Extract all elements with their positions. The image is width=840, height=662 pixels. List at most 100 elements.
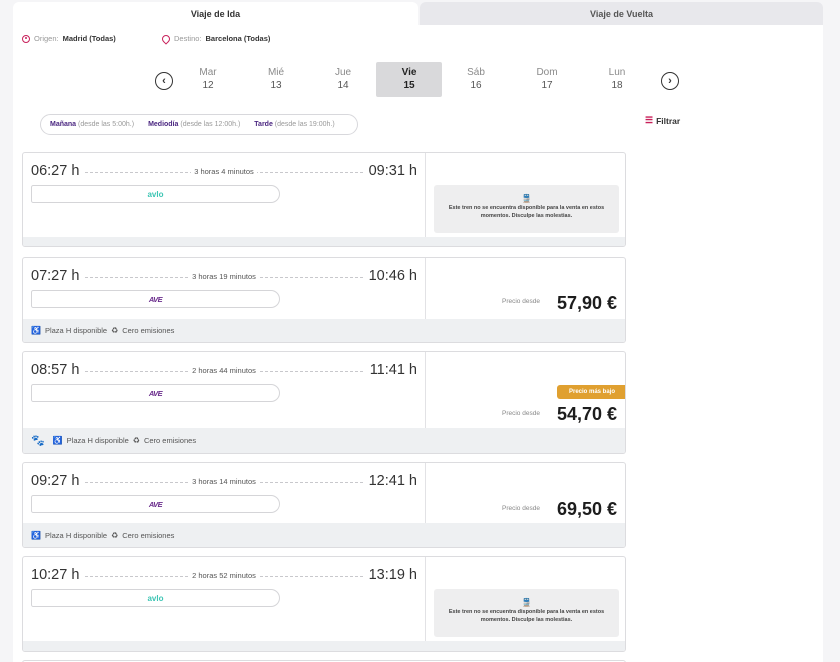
eco-icon: ♻ — [111, 530, 119, 540]
date-weekday: Jue — [334, 67, 352, 78]
date-option[interactable]: Mar 12 — [175, 62, 241, 97]
train-icon: 🚆 — [521, 194, 532, 203]
pet-icon: 🐾 — [31, 435, 45, 447]
accessible-seat-text: Plaza H disponible — [66, 436, 129, 445]
date-option[interactable]: Jue 14 — [310, 62, 376, 97]
chevron-right-icon[interactable]: › — [661, 72, 679, 90]
arrival-time: 09:31 h — [368, 163, 417, 179]
duration: 2 horas 44 minutos — [189, 366, 259, 375]
date-number: 18 — [611, 80, 623, 91]
wheelchair-icon: ♿ — [52, 436, 63, 445]
date-number: 12 — [202, 80, 214, 91]
card-footer: ♿ Plaza H disponible ♻ Cero emisiones — [23, 319, 625, 342]
filter-morning-label: Mañana — [50, 121, 77, 128]
filter-button-label: Filtrar — [656, 115, 681, 126]
accessible-seat-text: Plaza H disponible — [44, 326, 108, 335]
ave-logo: AVE — [148, 499, 163, 509]
departure-time: 06:27 h — [31, 163, 80, 179]
date-weekday: Vie — [401, 67, 417, 78]
train-card[interactable]: 2 horas 52 minutos 10:27 h 13:19 h avlo … — [22, 556, 626, 652]
date-option[interactable]: Dom 17 — [514, 62, 580, 97]
avlo-logo: avlo — [147, 189, 164, 199]
duration: 2 horas 52 minutos — [189, 571, 259, 580]
origin-value: Madrid (Todas) — [62, 34, 116, 43]
duration: 3 horas 19 minutos — [189, 272, 259, 281]
filter-morning-hint: (desde las 5:00h.) — [78, 121, 135, 128]
train-card[interactable]: 3 horas 4 minutos 06:27 h 09:31 h avlo 🚆… — [22, 152, 626, 247]
train-brand: avlo — [31, 185, 280, 203]
ave-logo: AVE — [148, 294, 163, 304]
sliders-icon: ☰ — [645, 115, 654, 125]
destination-label: Destino: — [174, 34, 202, 43]
departure-time: 09:27 h — [31, 473, 80, 489]
date-weekday: Lun — [608, 67, 626, 78]
filter-evening-hint: (desde las 19:00h.) — [274, 121, 335, 128]
tab-return[interactable]: Viaje de Vuelta — [420, 2, 823, 25]
departure-time: 10:27 h — [31, 567, 80, 583]
date-weekday: Mié — [267, 67, 285, 78]
eco-icon: ♻ — [111, 326, 119, 335]
cheapest-badge: Precio más bajo — [557, 385, 625, 399]
price-from-label: Precio desde — [502, 505, 540, 512]
unavailable-notice: 🚆 Este tren no se encuentra disponible p… — [434, 185, 619, 233]
filter-midday-label: Mediodía — [148, 121, 179, 128]
filter-button[interactable]: ☰ Filtrar — [645, 115, 680, 126]
train-brand: AVE — [31, 495, 280, 513]
date-option[interactable]: Sáb 16 — [443, 62, 509, 97]
price[interactable]: 69,50 € — [557, 499, 617, 520]
tab-outbound[interactable]: Viaje de Ida — [13, 2, 418, 25]
unavailable-text: Este tren no se encuentra disponible par… — [448, 609, 605, 623]
date-number: 16 — [470, 80, 482, 91]
train-card[interactable]: 2 horas 44 minutos 08:57 h 11:41 h AVE P… — [22, 351, 626, 454]
filter-midday[interactable]: Mediodía (desde las 12:00h.) — [148, 121, 240, 128]
zero-emissions-text: Cero emisiones — [143, 436, 197, 445]
eco-icon: ♻ — [132, 436, 140, 445]
arrival-time: 12:41 h — [368, 473, 417, 489]
price-from-label: Precio desde — [502, 298, 540, 305]
departure-time: 08:57 h — [31, 362, 80, 378]
departure-time: 07:27 h — [31, 268, 80, 284]
arrival-time: 10:46 h — [368, 268, 417, 284]
trip-tabs: Viaje de Ida Viaje de Vuelta — [0, 0, 840, 25]
arrival-time: 11:41 h — [369, 362, 417, 378]
accessible-seat-text: Plaza H disponible — [44, 530, 108, 540]
duration: 3 horas 4 minutos — [191, 167, 257, 176]
price[interactable]: 54,70 € — [557, 404, 617, 425]
zero-emissions-text: Cero emisiones — [122, 326, 175, 335]
date-number: 17 — [541, 80, 553, 91]
wheelchair-icon: ♿ — [31, 326, 41, 335]
unavailable-notice: 🚆 Este tren no se encuentra disponible p… — [434, 589, 619, 637]
price[interactable]: 57,90 € — [557, 293, 617, 314]
avlo-logo: avlo — [147, 593, 164, 603]
origin-icon — [22, 34, 30, 43]
zero-emissions-text: Cero emisiones — [122, 530, 175, 540]
date-option-selected[interactable]: Vie 15 — [376, 62, 442, 97]
filter-morning[interactable]: Mañana (desde las 5:00h.) — [50, 121, 134, 128]
duration: 3 horas 14 minutos — [189, 477, 259, 486]
time-of-day-filter: Mañana (desde las 5:00h.) Mediodía (desd… — [40, 114, 358, 135]
destination-station: Destino: Barcelona (Todas) — [160, 32, 362, 45]
card-footer: 🐾 ♿ Plaza H disponible ♻ Cero emisiones — [23, 428, 625, 453]
chevron-left-icon[interactable]: ‹ — [155, 72, 173, 90]
date-number: 13 — [270, 80, 282, 91]
train-brand: AVE — [31, 290, 280, 308]
train-card[interactable]: 3 horas 19 minutos 07:27 h 10:46 h AVE P… — [22, 257, 626, 343]
date-weekday: Dom — [536, 67, 558, 78]
date-number: 15 — [403, 80, 415, 91]
train-icon: 🚆 — [521, 598, 532, 607]
route-summary: Origen: Madrid (Todas) Destino: Barcelon… — [22, 32, 422, 46]
unavailable-text: Este tren no se encuentra disponible par… — [448, 205, 605, 219]
filter-evening-label: Tarde — [254, 121, 273, 128]
date-option[interactable]: Lun 18 — [584, 62, 650, 97]
destination-value: Barcelona (Todas) — [205, 34, 271, 43]
ave-logo: AVE — [148, 388, 163, 398]
train-card[interactable]: 3 horas 14 minutos 09:27 h 12:41 h AVE P… — [22, 462, 626, 548]
train-brand: AVE — [31, 384, 280, 402]
filter-evening[interactable]: Tarde (desde las 19:00h.) — [254, 121, 334, 128]
date-weekday: Sáb — [467, 67, 485, 78]
date-option[interactable]: Mié 13 — [243, 62, 309, 97]
train-brand: avlo — [31, 589, 280, 607]
origin-station: Origen: Madrid (Todas) — [22, 34, 162, 43]
filter-midday-hint: (desde las 12:00h.) — [180, 121, 241, 128]
date-number: 14 — [337, 80, 349, 91]
